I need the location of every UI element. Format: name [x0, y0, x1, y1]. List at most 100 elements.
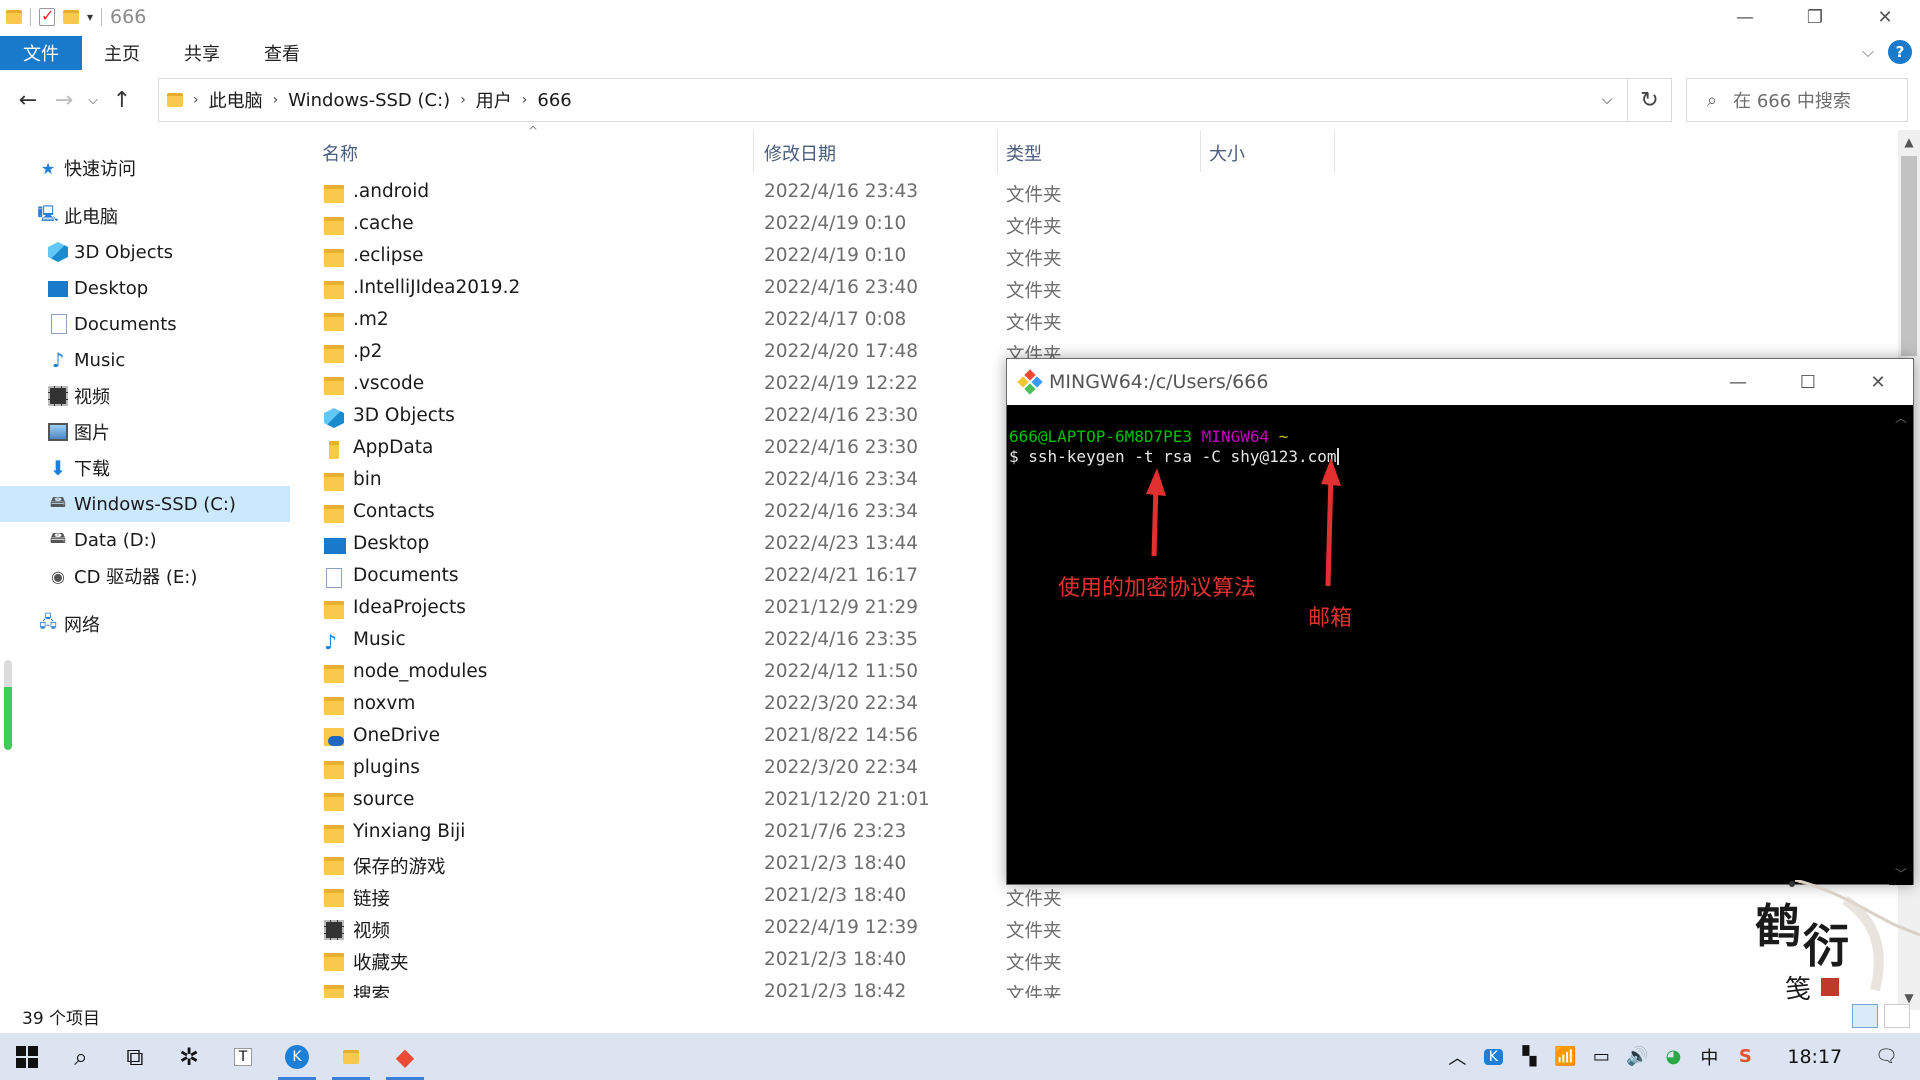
- chevron-right-icon[interactable]: ›: [460, 92, 466, 108]
- file-row[interactable]: 链接 2021/2/3 18:40 文件夹: [300, 882, 1890, 914]
- tab-home[interactable]: 主页: [82, 36, 162, 70]
- close-button[interactable]: ✕: [1843, 359, 1913, 405]
- terminal-output[interactable]: 666@LAPTOP-6M8D7PE3 MINGW64 ~ $ ssh-keyg…: [1009, 427, 1339, 467]
- file-row[interactable]: .m2 2022/4/17 0:08 文件夹: [300, 306, 1890, 338]
- sidebar-item-quick-access[interactable]: ★ 快速访问: [0, 150, 290, 186]
- taskbar-app-typora[interactable]: T: [216, 1033, 270, 1080]
- sidebar-item-3d-objects[interactable]: 3D Objects: [0, 234, 290, 270]
- tab-share[interactable]: 共享: [162, 36, 242, 70]
- chevron-right-icon[interactable]: ›: [193, 92, 199, 108]
- column-divider[interactable]: [1334, 130, 1335, 172]
- taskbar-app-pinwheel[interactable]: ✲: [162, 1033, 216, 1080]
- action-center-icon[interactable]: 🗨: [1872, 1033, 1920, 1080]
- recent-locations-dropdown[interactable]: ⌵: [82, 80, 104, 120]
- volume-icon[interactable]: 🔊: [1619, 1033, 1655, 1080]
- sidebar-item-videos[interactable]: 视频: [0, 378, 290, 414]
- breadcrumb-666[interactable]: 666: [537, 90, 571, 111]
- refresh-button[interactable]: ↻: [1628, 78, 1672, 122]
- expand-ribbon-chevron-icon[interactable]: ⌵: [1862, 42, 1874, 62]
- file-row[interactable]: .eclipse 2022/4/19 0:10 文件夹: [300, 242, 1890, 274]
- folder-icon: [167, 93, 183, 107]
- show-hidden-icons-button[interactable]: ︿: [1439, 1033, 1475, 1080]
- file-date-modified: 2022/4/19 12:22: [764, 373, 919, 394]
- help-icon[interactable]: ?: [1888, 40, 1912, 64]
- maximize-button[interactable]: ☐: [1773, 359, 1843, 405]
- scrollbar-thumb[interactable]: [1901, 156, 1917, 356]
- minimize-button[interactable]: —: [1710, 0, 1780, 34]
- tray-flag-icon[interactable]: ▚: [1511, 1033, 1547, 1080]
- window-title: 666: [110, 6, 147, 28]
- tray-k-app-icon[interactable]: K: [1475, 1033, 1511, 1080]
- git-bash-terminal-window[interactable]: MINGW64:/c/Users/666 — ☐ ✕ 666@LAPTOP-6M…: [1006, 358, 1914, 885]
- new-folder-icon[interactable]: [63, 10, 79, 24]
- column-date-modified[interactable]: 修改日期: [764, 140, 836, 166]
- file-date-modified: 2021/12/20 21:01: [764, 789, 930, 810]
- desktop-icon: [324, 536, 346, 556]
- sidebar-item-cd-drive[interactable]: ◉ CD 驱动器 (E:): [0, 558, 290, 594]
- taskbar-clock[interactable]: 18:17: [1763, 1033, 1872, 1080]
- file-name: 3D Objects: [353, 405, 455, 426]
- file-name: source: [353, 789, 415, 810]
- sidebar-item-documents[interactable]: Documents: [0, 306, 290, 342]
- forward-button[interactable]: →: [46, 80, 82, 120]
- taskbar-app-file-explorer[interactable]: [324, 1033, 378, 1080]
- column-divider[interactable]: [1200, 130, 1201, 172]
- file-date-modified: 2022/4/16 23:40: [764, 277, 919, 298]
- search-button[interactable]: ⌕: [54, 1033, 108, 1080]
- taskbar-app-k[interactable]: K: [270, 1033, 324, 1080]
- address-bar[interactable]: › 此电脑 › Windows-SSD (C:) › 用户 › 666 ⌵: [158, 78, 1628, 122]
- input-method-indicator[interactable]: 中: [1691, 1033, 1727, 1080]
- terminal-scrollbar[interactable]: ︿ ﹀: [1889, 405, 1913, 885]
- file-type: 文件夹: [1006, 185, 1062, 206]
- crane-watermark-logo: 鹤 衍 笺: [1755, 880, 1920, 1005]
- file-row[interactable]: .IntelliJIdea2019.2 2022/4/16 23:40 文件夹: [300, 274, 1890, 306]
- file-row[interactable]: 搜索 2021/2/3 18:42 文件夹: [300, 978, 1890, 998]
- column-type[interactable]: 类型: [1006, 140, 1042, 166]
- task-view-button[interactable]: ⧉: [108, 1033, 162, 1080]
- battery-icon[interactable]: ▭: [1583, 1033, 1619, 1080]
- sidebar-item-this-pc[interactable]: 🖳 此电脑: [0, 198, 290, 234]
- search-box[interactable]: ⌕ 在 666 中搜索: [1686, 78, 1908, 122]
- file-row[interactable]: .cache 2022/4/19 0:10 文件夹: [300, 210, 1890, 242]
- customize-toolbar-dropdown-icon[interactable]: ▾: [87, 10, 93, 24]
- tray-green-app-icon[interactable]: ◕: [1655, 1033, 1691, 1080]
- chevron-right-icon[interactable]: ›: [522, 92, 528, 108]
- file-row[interactable]: 收藏夹 2021/2/3 18:40 文件夹: [300, 946, 1890, 978]
- breadcrumb-drive-c[interactable]: Windows-SSD (C:): [288, 90, 450, 111]
- onedrive-icon: [324, 728, 344, 748]
- file-row[interactable]: .android 2022/4/16 23:43 文件夹: [300, 178, 1890, 210]
- annotation-arrow-algorithm: [1146, 468, 1166, 557]
- scroll-up-icon[interactable]: ︿: [1889, 405, 1913, 429]
- address-history-dropdown-icon[interactable]: ⌵: [1587, 79, 1627, 121]
- file-name: plugins: [353, 757, 420, 778]
- column-divider[interactable]: [997, 130, 998, 172]
- column-name[interactable]: 名称: [322, 140, 358, 166]
- chevron-right-icon[interactable]: ›: [273, 92, 279, 108]
- scroll-up-icon[interactable]: ▲: [1898, 130, 1920, 154]
- sidebar-item-music[interactable]: ♪ Music: [0, 342, 290, 378]
- file-row[interactable]: 视频 2022/4/19 12:39 文件夹: [300, 914, 1890, 946]
- tab-file[interactable]: 文件: [0, 36, 82, 70]
- sidebar-item-data-d[interactable]: 🖴 Data (D:): [0, 522, 290, 558]
- column-divider[interactable]: [753, 130, 754, 172]
- column-size[interactable]: 大小: [1209, 140, 1245, 166]
- sogou-ime-icon[interactable]: S: [1727, 1033, 1763, 1080]
- taskbar-app-git-bash[interactable]: ◆: [378, 1033, 432, 1080]
- wifi-icon[interactable]: 📶: [1547, 1033, 1583, 1080]
- tab-view[interactable]: 查看: [242, 36, 322, 70]
- breadcrumb-this-pc[interactable]: 此电脑: [209, 87, 263, 113]
- properties-icon[interactable]: [39, 6, 55, 26]
- sidebar-item-pictures[interactable]: 图片: [0, 414, 290, 450]
- minimize-button[interactable]: —: [1703, 359, 1773, 405]
- sidebar-item-desktop[interactable]: Desktop: [0, 270, 290, 306]
- file-type: 文件夹: [1006, 249, 1062, 270]
- sidebar-item-downloads[interactable]: ⬇ 下载: [0, 450, 290, 486]
- back-button[interactable]: ←: [10, 80, 46, 120]
- start-button[interactable]: [0, 1033, 54, 1080]
- sidebar-item-windows-ssd[interactable]: 🖴 Windows-SSD (C:): [0, 486, 290, 522]
- close-button[interactable]: ✕: [1850, 0, 1920, 34]
- breadcrumb-users[interactable]: 用户: [476, 87, 512, 113]
- sidebar-item-network[interactable]: 🖧 网络: [0, 606, 290, 642]
- restore-button[interactable]: ❐: [1780, 0, 1850, 34]
- up-button[interactable]: ↑: [104, 80, 140, 120]
